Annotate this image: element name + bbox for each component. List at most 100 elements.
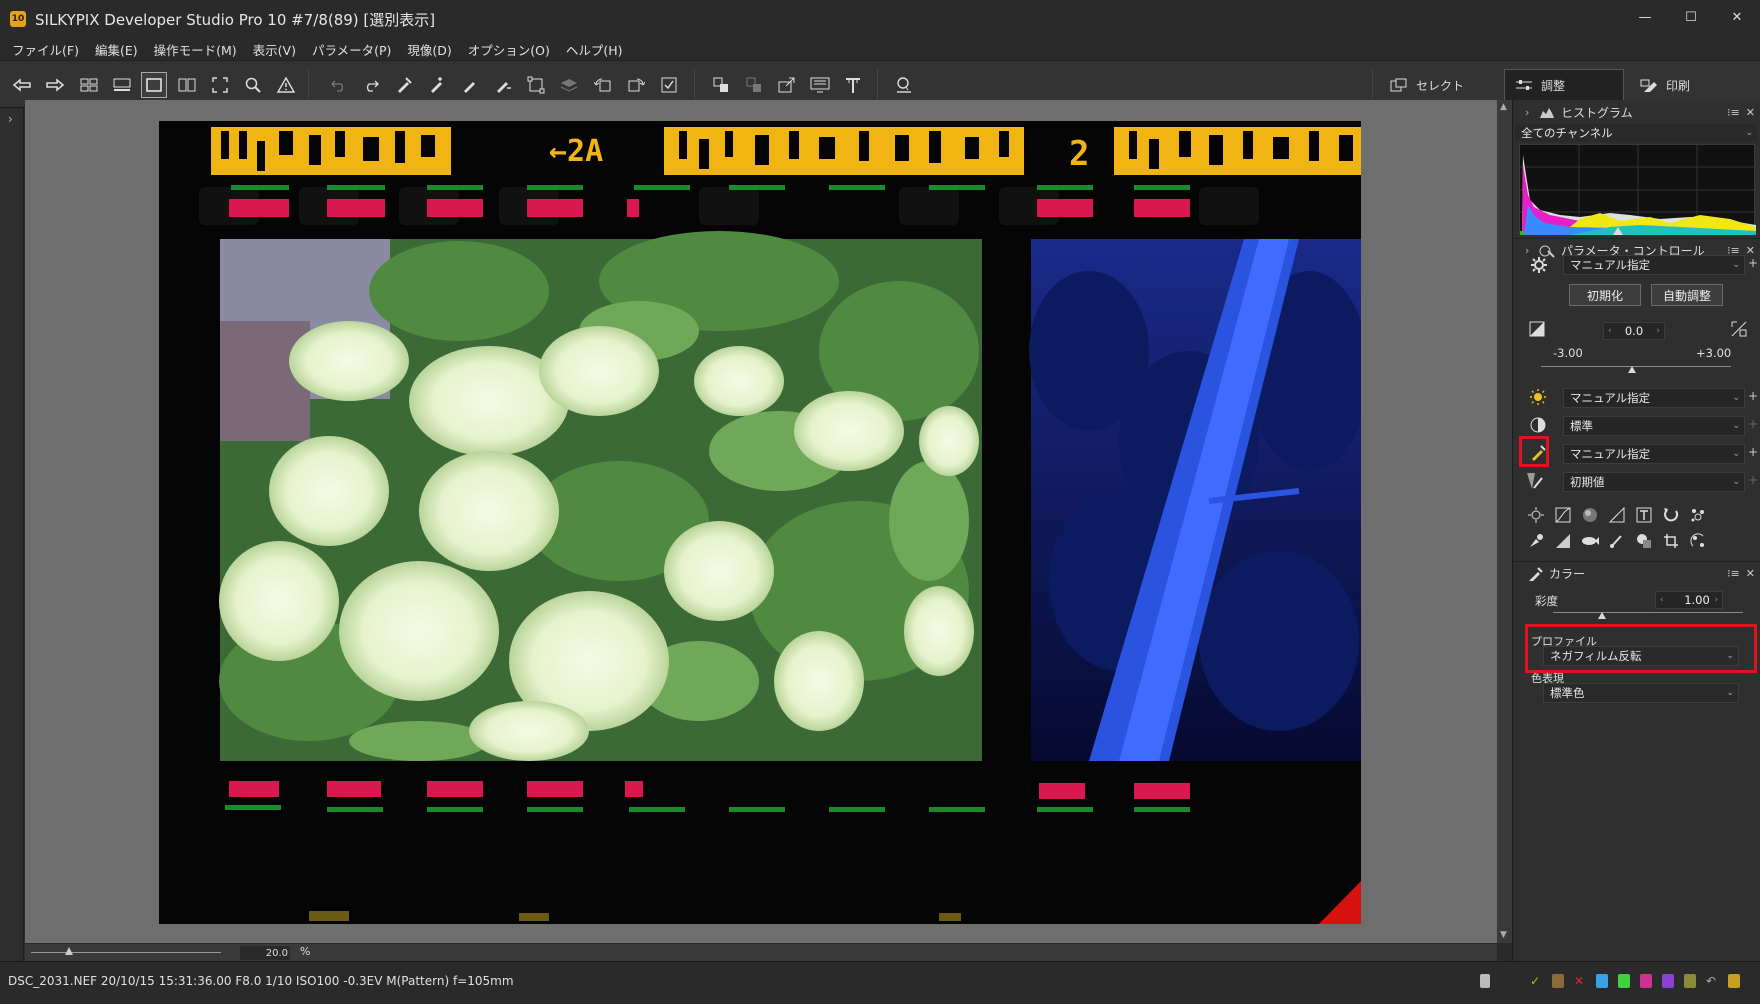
retouch-tool-icon[interactable]: [1527, 532, 1545, 550]
apply-params-icon[interactable]: [457, 72, 483, 98]
develop-status-icon[interactable]: [1480, 974, 1490, 988]
increase-icon[interactable]: ›: [1656, 326, 1660, 336]
purple-tag-icon[interactable]: [1662, 974, 1674, 988]
add-color-icon[interactable]: +: [1748, 445, 1758, 459]
taste-select[interactable]: マニュアル指定 ⌄: [1563, 255, 1745, 275]
add-taste-icon[interactable]: +: [1748, 256, 1758, 270]
export-icon[interactable]: [774, 72, 800, 98]
next-image-icon[interactable]: [42, 72, 68, 98]
menu-help[interactable]: ヘルプ(H): [566, 40, 623, 59]
increase-icon[interactable]: ›: [1714, 595, 1718, 605]
expand-left-panel-icon[interactable]: ›: [8, 112, 13, 126]
decrease-icon[interactable]: ‹: [1660, 595, 1664, 605]
mask-tool-icon[interactable]: [1635, 532, 1653, 550]
menu-file[interactable]: ファイル(F): [12, 40, 79, 59]
saturation-slider-thumb[interactable]: [1598, 612, 1606, 619]
redo-icon[interactable]: [358, 72, 384, 98]
saturation-value-field[interactable]: ‹ 1.00 ›: [1655, 591, 1723, 609]
menu-develop[interactable]: 現像(D): [407, 40, 451, 59]
rotate-left-icon[interactable]: [590, 72, 616, 98]
tools-icon[interactable]: [840, 72, 866, 98]
exposure-slider-track[interactable]: [1541, 366, 1731, 367]
rendering-select[interactable]: 標準色 ⌄: [1543, 683, 1739, 703]
rotate-right-icon[interactable]: [623, 72, 649, 98]
fullscreen-icon[interactable]: [207, 72, 233, 98]
transform-icon[interactable]: [523, 72, 549, 98]
histogram-close-icon[interactable]: ✕: [1746, 106, 1755, 119]
crop-tool-icon[interactable]: [1662, 532, 1680, 550]
color-header[interactable]: カラー ⁝≡ ✕: [1513, 561, 1760, 585]
noise-tool-icon[interactable]: [1689, 506, 1707, 524]
print-mode-button[interactable]: 印刷: [1630, 69, 1740, 101]
spot-tool-icon[interactable]: [1689, 532, 1707, 550]
single-view-icon[interactable]: [141, 72, 167, 98]
layers-icon[interactable]: [556, 72, 582, 98]
white-balance-select[interactable]: マニュアル指定 ⌄: [1563, 388, 1745, 408]
brush-tool-icon[interactable]: [1608, 532, 1626, 550]
brightness-tool-icon[interactable]: [1527, 506, 1545, 524]
add-sharpness-icon[interactable]: +: [1748, 473, 1758, 487]
menu-parameter[interactable]: パラメータ(P): [312, 40, 391, 59]
rotate-tool-icon[interactable]: [1662, 506, 1680, 524]
copy-params-icon[interactable]: [391, 72, 417, 98]
menu-option[interactable]: オプション(O): [468, 40, 550, 59]
minimize-button[interactable]: —: [1622, 0, 1668, 34]
adjust-mode-button[interactable]: 調整: [1504, 69, 1624, 101]
checkmark-icon[interactable]: [656, 72, 682, 98]
zoom-icon[interactable]: [240, 72, 266, 98]
close-button[interactable]: ✕: [1714, 0, 1760, 34]
lock-icon[interactable]: [1728, 974, 1740, 988]
scroll-down-icon[interactable]: ▼: [1500, 930, 1507, 940]
select-mode-button[interactable]: セレクト: [1380, 69, 1490, 101]
scroll-up-icon[interactable]: ▲: [1500, 102, 1507, 112]
color-menu-icon[interactable]: ⁝≡: [1727, 567, 1740, 580]
display-icon[interactable]: [807, 72, 833, 98]
zoom-slider-track[interactable]: [31, 952, 221, 953]
blue-tag-icon[interactable]: [1596, 974, 1608, 988]
exposure-value-field[interactable]: ‹ 0.0 ›: [1603, 322, 1665, 340]
histogram-menu-icon[interactable]: ⁝≡: [1727, 106, 1740, 119]
undo-icon[interactable]: [326, 72, 352, 98]
sphere-tool-icon[interactable]: [1581, 506, 1599, 524]
develop-icon[interactable]: [708, 72, 734, 98]
check-mark-icon[interactable]: ✓: [1530, 974, 1542, 988]
decrease-icon[interactable]: ‹: [1608, 326, 1612, 336]
saturation-slider-track[interactable]: [1553, 612, 1743, 613]
yellow-tag-icon[interactable]: [1684, 974, 1696, 988]
text-tool-icon[interactable]: [1635, 506, 1653, 524]
color-preset-select[interactable]: マニュアル指定 ⌄: [1563, 444, 1745, 464]
sharpness-select[interactable]: 初期値 ⌄: [1563, 472, 1745, 492]
collapse-histogram-icon[interactable]: ›: [1525, 106, 1539, 119]
folder-icon[interactable]: [1552, 974, 1564, 988]
add-tone-icon[interactable]: +: [1748, 417, 1758, 431]
menu-view[interactable]: 表示(V): [253, 40, 296, 59]
menu-edit[interactable]: 編集(E): [95, 40, 138, 59]
histogram-channel-select[interactable]: 全てのチャンネル ⌄: [1515, 124, 1757, 142]
zoom-slider-thumb[interactable]: [65, 947, 73, 955]
prev-image-icon[interactable]: [9, 72, 35, 98]
batch-develop-icon[interactable]: [741, 72, 767, 98]
fish-eye-tool-icon[interactable]: [1581, 532, 1599, 550]
save-params-icon[interactable]: [490, 72, 516, 98]
magenta-tag-icon[interactable]: [1640, 974, 1652, 988]
exposure-slider-thumb[interactable]: [1628, 366, 1636, 373]
green-tag-icon[interactable]: [1618, 974, 1630, 988]
maximize-button[interactable]: ☐: [1668, 0, 1714, 34]
compare-view-icon[interactable]: [174, 72, 200, 98]
undo-status-icon[interactable]: ↶: [1706, 974, 1718, 988]
tone-curve-tool-icon[interactable]: [1554, 506, 1572, 524]
loupe-icon[interactable]: [891, 72, 917, 98]
initialize-button[interactable]: 初期化: [1569, 284, 1641, 306]
histogram-marker[interactable]: [1613, 227, 1623, 235]
menu-mode[interactable]: 操作モード(M): [154, 40, 237, 59]
warning-icon[interactable]: [273, 72, 299, 98]
color-close-icon[interactable]: ✕: [1746, 567, 1755, 580]
grid-view-icon[interactable]: [76, 72, 102, 98]
perspective-tool-icon[interactable]: [1608, 506, 1626, 524]
histogram-header[interactable]: › ヒストグラム ⁝≡ ✕: [1513, 100, 1760, 124]
tone-select[interactable]: 標準 ⌄: [1563, 416, 1745, 436]
add-wb-icon[interactable]: +: [1748, 389, 1758, 403]
filmstrip-view-icon[interactable]: [109, 72, 135, 98]
reject-icon[interactable]: ✕: [1574, 974, 1586, 988]
auto-adjust-button[interactable]: 自動調整: [1651, 284, 1723, 306]
